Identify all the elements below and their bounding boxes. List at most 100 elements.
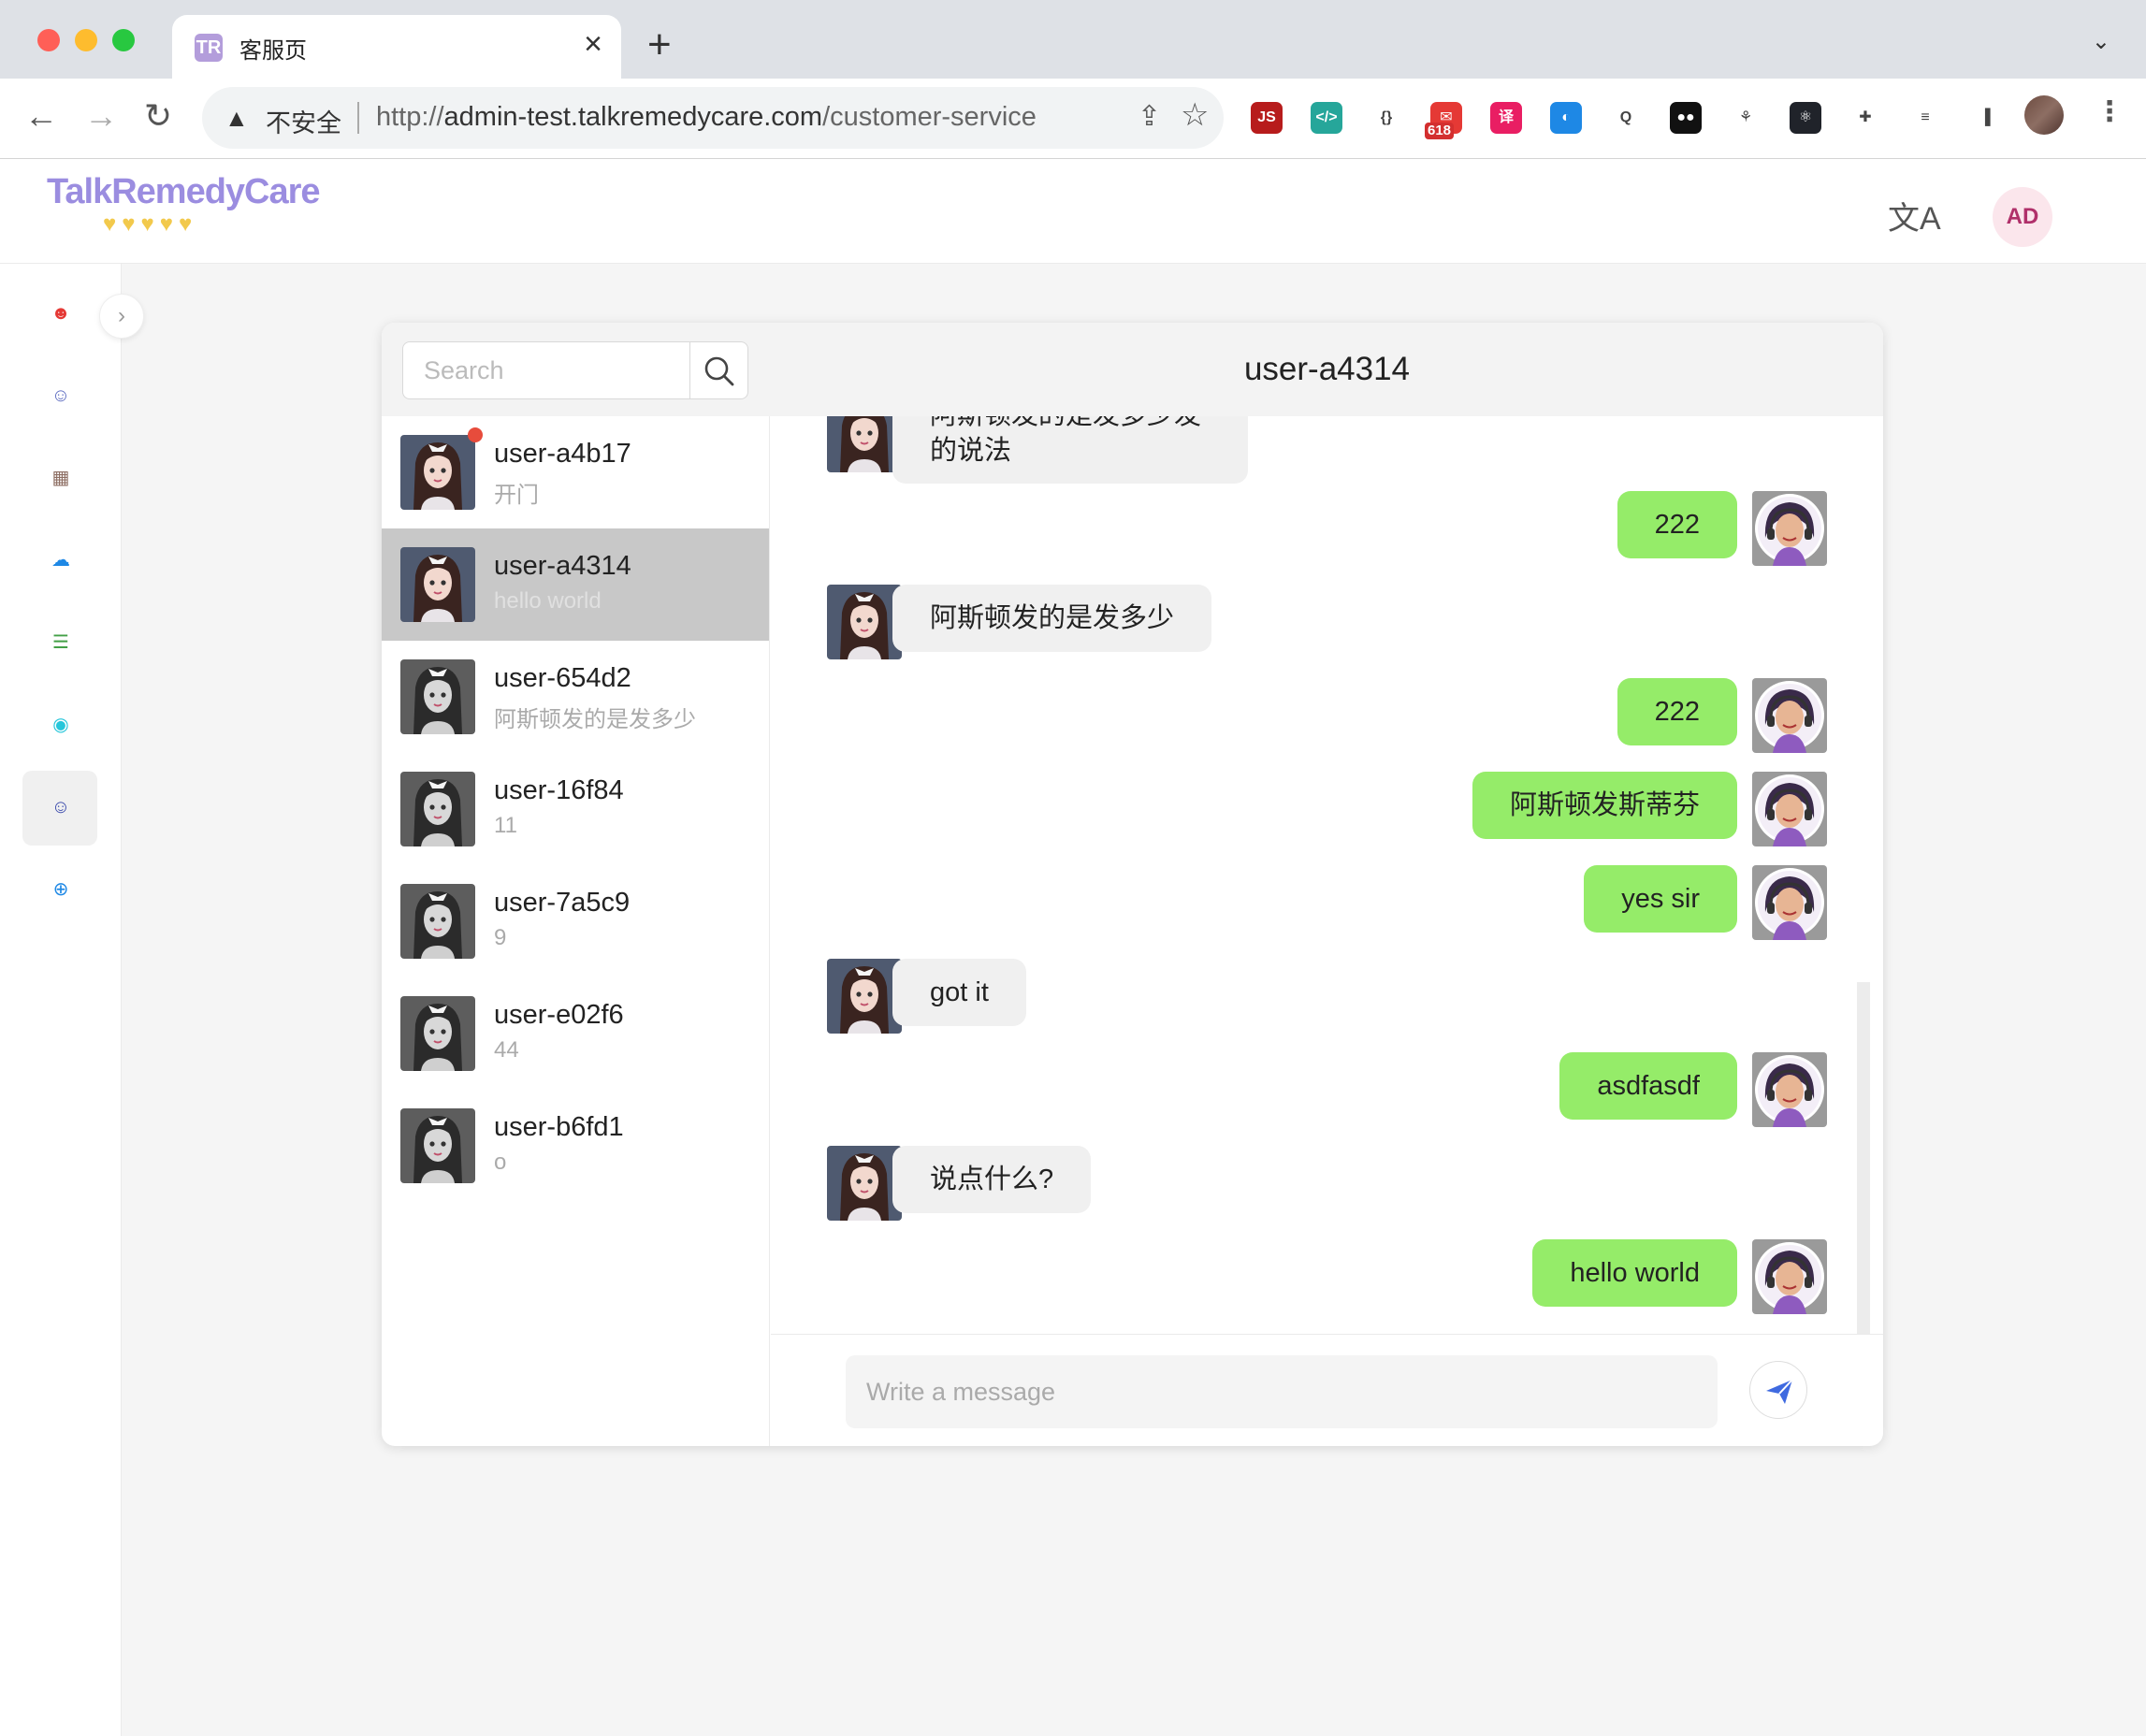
- agent-avatar: [1752, 491, 1827, 566]
- message-composer: [771, 1334, 1883, 1446]
- reload-icon[interactable]: ↻: [144, 97, 172, 135]
- agent-avatar: [1752, 772, 1827, 846]
- search-extension-icon[interactable]: Q: [1610, 102, 1642, 134]
- nav-customer-service-item[interactable]: ☻: [22, 277, 97, 352]
- nav-list-item[interactable]: ☰: [22, 606, 97, 681]
- globe-extension-icon[interactable]: ◐: [1550, 102, 1582, 134]
- conversation-preview: 开门: [494, 483, 539, 508]
- url-scheme: http://: [376, 102, 444, 132]
- conversation-name: user-e02f6: [494, 1000, 624, 1030]
- react-extension-icon[interactable]: ⚛: [1790, 102, 1821, 134]
- conversation-item[interactable]: user-b6fd1 o: [382, 1090, 769, 1202]
- message-bubble: 阿斯顿发斯蒂芬: [1472, 772, 1737, 839]
- url-path: /customer-service: [822, 102, 1037, 132]
- chat-panel: user-a4314 user-a4b17 开门 user-a4314 hello w…: [382, 323, 1883, 1446]
- playlist-icon[interactable]: ≡: [1909, 102, 1941, 134]
- new-tab-button[interactable]: +: [647, 24, 672, 65]
- browser-menu-icon[interactable]: ⋮: [2095, 95, 2124, 129]
- conversation-preview: hello world: [494, 588, 602, 614]
- conversation-name: user-a4314: [494, 551, 631, 581]
- code-extension-icon[interactable]: </>: [1311, 102, 1342, 134]
- window-close-button[interactable]: [37, 29, 60, 51]
- customer-avatar: [827, 416, 902, 472]
- conversation-item[interactable]: user-16f84 11: [382, 753, 769, 865]
- chat-panel-header: user-a4314: [382, 323, 1883, 416]
- translate-extension-icon[interactable]: 译: [1490, 102, 1522, 134]
- nav-agent-item[interactable]: ☺: [22, 771, 97, 846]
- search-input[interactable]: [402, 341, 690, 399]
- nav-store-item[interactable]: ▦: [22, 441, 97, 516]
- tab-close-icon[interactable]: ×: [584, 28, 602, 60]
- nav-user-icon: ☺: [51, 385, 71, 406]
- address-bar-divider: [357, 102, 359, 134]
- nav-agent-icon: ☺: [51, 797, 71, 817]
- nav-chat-icon: ☁: [51, 550, 70, 571]
- message-thread[interactable]: 阿斯顿发的是发多少发的说法 222 阿斯顿发的是发多少 222 阿斯顿发斯蒂芬 yes s…: [771, 416, 1883, 1334]
- customer-avatar: [827, 1146, 902, 1221]
- conversation-name: user-16f84: [494, 775, 624, 805]
- translate-icon[interactable]: 文A: [1888, 193, 1941, 239]
- message-scrollbar[interactable]: [1857, 982, 1870, 1334]
- conversation-avatar: [400, 772, 475, 846]
- expand-sidebar-chevron-icon[interactable]: ›: [99, 294, 144, 339]
- side-navigation: ☻ ☺ ▦ ☁ ☰ ◉ ☺ ⊕: [0, 264, 122, 1736]
- conversation-name: user-654d2: [494, 663, 631, 693]
- conversation-name: user-b6fd1: [494, 1112, 624, 1142]
- tampermonkey-extension-icon[interactable]: ●●: [1670, 102, 1702, 134]
- js-extension-icon[interactable]: JS: [1251, 102, 1283, 134]
- nav-chat-item[interactable]: ☁: [22, 524, 97, 599]
- puzzle-extension-icon[interactable]: ✚: [1849, 102, 1881, 134]
- tree-extension-icon[interactable]: ⚘: [1730, 102, 1762, 134]
- browser-profile-avatar[interactable]: [2024, 95, 2064, 135]
- conversation-item[interactable]: user-a4314 hello world: [382, 528, 769, 641]
- url-text[interactable]: http://admin-test.talkremedycare.com/cus…: [376, 102, 1037, 133]
- tab-title: 客服页: [239, 38, 307, 64]
- message-input[interactable]: [846, 1355, 1718, 1428]
- share-icon[interactable]: ⇪: [1138, 100, 1161, 133]
- conversation-list: user-a4b17 开门 user-a4314 hello world user-65…: [382, 416, 770, 1446]
- message-bubble: 222: [1617, 678, 1737, 745]
- app-logo[interactable]: TalkRemedyCare: [47, 172, 321, 212]
- conversation-avatar: [400, 1108, 475, 1183]
- mail-extension-icon[interactable]: ✉ 618: [1425, 102, 1462, 139]
- tab-favicon-icon: TR: [195, 34, 223, 62]
- message-bubble: 阿斯顿发的是发多少发的说法: [892, 416, 1248, 484]
- forward-arrow-icon[interactable]: →: [84, 97, 118, 135]
- app-header: TalkRemedyCare ♥♥♥♥♥ 文A AD: [0, 159, 2146, 264]
- nav-lock-item[interactable]: ⊕: [22, 853, 97, 928]
- nav-rss-item[interactable]: ◉: [22, 688, 97, 763]
- message-bubble: 阿斯顿发的是发多少: [892, 585, 1212, 652]
- send-button[interactable]: [1749, 1361, 1807, 1419]
- conversation-item[interactable]: user-e02f6 44: [382, 977, 769, 1090]
- search-button[interactable]: [689, 341, 748, 399]
- customer-avatar: [827, 585, 902, 659]
- conversation-preview: 44: [494, 1037, 519, 1063]
- window-minimize-button[interactable]: [75, 29, 97, 51]
- conversation-item[interactable]: user-654d2 阿斯顿发的是发多少: [382, 641, 769, 753]
- logo-hearts-icon: ♥♥♥♥♥: [103, 211, 198, 237]
- nav-user-item[interactable]: ☺: [22, 359, 97, 434]
- bookmark-star-icon[interactable]: ☆: [1181, 96, 1209, 134]
- address-bar[interactable]: ▲ 不安全 http://admin-test.talkremedycare.c…: [202, 87, 1224, 149]
- chat-title: user-a4314: [1243, 351, 1411, 387]
- send-icon: [1766, 1379, 1793, 1404]
- conversation-preview: 11: [494, 813, 517, 838]
- browser-tab-active[interactable]: TR 客服页 ×: [172, 15, 621, 79]
- conversation-item[interactable]: user-a4b17 开门: [382, 416, 769, 528]
- user-avatar[interactable]: AD: [1993, 187, 2052, 247]
- warning-icon[interactable]: ▲: [225, 104, 249, 133]
- conversation-preview: 9: [494, 925, 507, 950]
- window-zoom-button[interactable]: [112, 29, 135, 51]
- message-bubble: 222: [1617, 491, 1737, 558]
- agent-avatar: [1752, 1239, 1827, 1314]
- tab-search-chevron-icon[interactable]: ⌄: [2092, 28, 2110, 55]
- back-arrow-icon[interactable]: ←: [24, 97, 58, 135]
- json-extension-icon[interactable]: {}: [1370, 102, 1402, 134]
- conversation-item[interactable]: user-7a5c9 9: [382, 865, 769, 977]
- customer-avatar: [827, 959, 902, 1034]
- agent-avatar: [1752, 865, 1827, 940]
- message-bubble: yes sir: [1584, 865, 1737, 933]
- security-label[interactable]: 不安全: [266, 103, 341, 139]
- sidepanel-icon[interactable]: ▐: [1969, 102, 2001, 134]
- message-bubble: asdfasdf: [1559, 1052, 1737, 1120]
